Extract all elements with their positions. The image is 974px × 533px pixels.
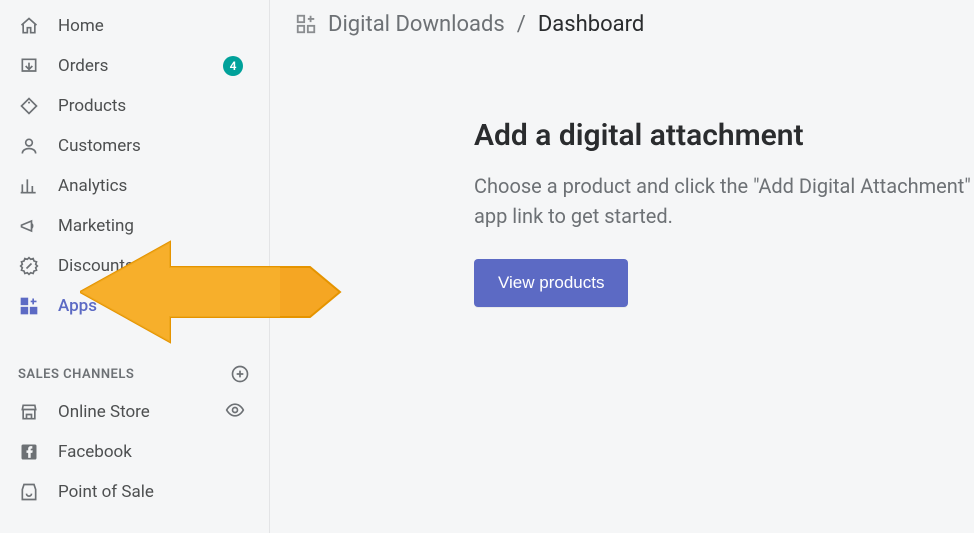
sidebar: Home Orders 4 Products Customers A xyxy=(0,0,270,533)
sidebar-item-customers[interactable]: Customers xyxy=(0,126,269,166)
facebook-icon xyxy=(18,441,40,463)
main-content: Digital Downloads / Dashboard Add a digi… xyxy=(270,0,974,533)
add-channel-button[interactable] xyxy=(229,363,251,385)
channel-label: Online Store xyxy=(58,402,150,422)
sidebar-item-orders[interactable]: Orders 4 xyxy=(0,46,269,86)
breadcrumb: Digital Downloads / Dashboard xyxy=(294,0,974,48)
sidebar-item-discounts[interactable]: Discounts xyxy=(0,246,269,286)
page-description: Choose a product and click the "Add Digi… xyxy=(474,171,974,231)
sidebar-item-label: Home xyxy=(58,16,104,36)
empty-state: Add a digital attachment Choose a produc… xyxy=(294,48,974,307)
apps-icon xyxy=(18,295,40,317)
discounts-icon xyxy=(18,255,40,277)
analytics-icon xyxy=(18,175,40,197)
sidebar-item-products[interactable]: Products xyxy=(0,86,269,126)
sidebar-item-marketing[interactable]: Marketing xyxy=(0,206,269,246)
sidebar-item-label: Marketing xyxy=(58,216,134,236)
sidebar-item-label: Analytics xyxy=(58,176,127,196)
orders-icon xyxy=(18,55,40,77)
sidebar-item-label: Apps xyxy=(58,296,97,316)
online-store-icon xyxy=(18,401,40,423)
sales-channels-header: SALES CHANNELS xyxy=(0,356,269,392)
channel-facebook[interactable]: Facebook xyxy=(0,432,269,472)
channel-online-store[interactable]: Online Store xyxy=(0,392,269,432)
sidebar-item-analytics[interactable]: Analytics xyxy=(0,166,269,206)
breadcrumb-app[interactable]: Digital Downloads xyxy=(328,12,505,37)
channel-label: Point of Sale xyxy=(58,482,154,502)
section-label: SALES CHANNELS xyxy=(18,367,134,382)
pos-icon xyxy=(18,481,40,503)
products-icon xyxy=(18,95,40,117)
channel-label: Facebook xyxy=(58,442,132,462)
sidebar-item-label: Customers xyxy=(58,136,141,156)
marketing-icon xyxy=(18,215,40,237)
view-products-button[interactable]: View products xyxy=(474,259,628,307)
sidebar-item-apps[interactable]: Apps xyxy=(0,286,269,326)
sidebar-item-label: Products xyxy=(58,96,126,116)
home-icon xyxy=(18,15,40,37)
view-store-icon[interactable] xyxy=(225,400,245,425)
sidebar-item-home[interactable]: Home xyxy=(0,6,269,46)
app-icon xyxy=(294,12,318,36)
sidebar-item-label: Orders xyxy=(58,56,108,76)
orders-badge: 4 xyxy=(223,56,243,76)
breadcrumb-current: Dashboard xyxy=(538,12,644,37)
customers-icon xyxy=(18,135,40,157)
sidebar-item-label: Discounts xyxy=(58,256,134,276)
page-heading: Add a digital attachment xyxy=(474,118,974,153)
channel-point-of-sale[interactable]: Point of Sale xyxy=(0,472,269,512)
breadcrumb-separator: / xyxy=(517,12,526,37)
